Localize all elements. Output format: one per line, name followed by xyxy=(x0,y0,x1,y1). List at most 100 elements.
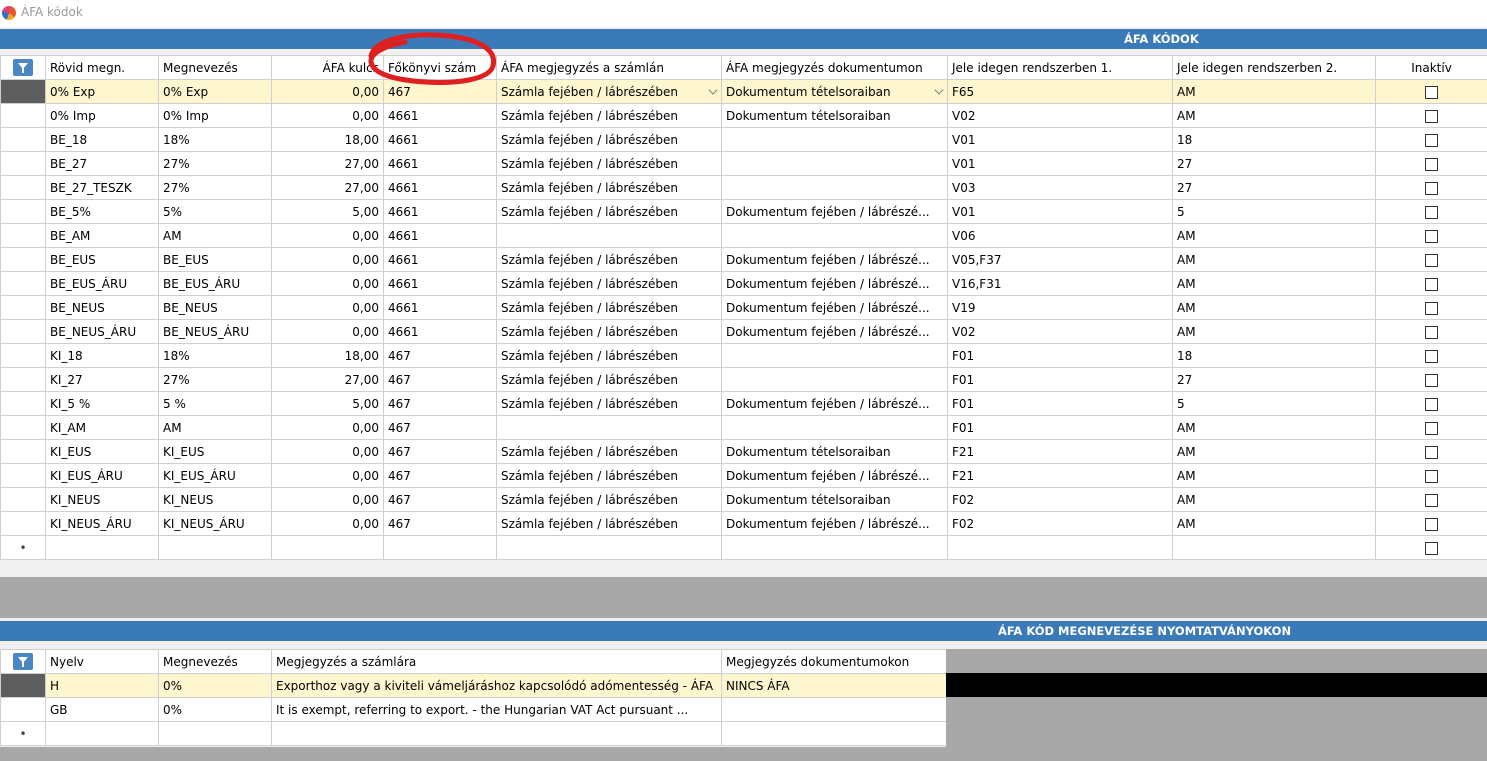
ledger-number-cell[interactable]: 4661 xyxy=(383,295,497,320)
empty-cell[interactable] xyxy=(271,535,384,560)
foreign-code-1-cell[interactable]: F65 xyxy=(947,79,1173,104)
ledger-number-cell[interactable]: 4661 xyxy=(383,103,497,128)
row-selector[interactable] xyxy=(0,319,46,344)
table-row[interactable]: KI_AM AM 0,00 467 F01 AM xyxy=(0,415,1487,440)
foreign-code-1-cell[interactable]: V01 xyxy=(947,127,1173,152)
foreign-code-2-cell[interactable]: 18 xyxy=(1172,343,1376,368)
foreign-code-1-cell[interactable]: V05,F37 xyxy=(947,247,1173,272)
foreign-code-1-cell[interactable]: V06 xyxy=(947,223,1173,248)
name-cell[interactable]: 0% Imp xyxy=(158,103,272,128)
invoice-note-cell[interactable]: Számla fejében / lábrészében xyxy=(496,79,722,104)
document-note-cell[interactable]: Dokumentum fejében / lábrészé... xyxy=(721,319,948,344)
row-selector[interactable] xyxy=(0,391,46,416)
ledger-number-cell[interactable]: 4661 xyxy=(383,127,497,152)
row-selector[interactable] xyxy=(0,247,46,272)
short-name-cell[interactable]: BE_27 xyxy=(45,151,159,176)
row-selector[interactable] xyxy=(0,79,46,104)
table-row[interactable]: 0% Exp 0% Exp 0,00 467 Számla fejében / lábr… xyxy=(0,79,1487,104)
foreign-code-1-cell[interactable]: F02 xyxy=(947,487,1173,512)
col-header-language[interactable]: Nyelv xyxy=(45,649,159,674)
short-name-cell[interactable]: KI_EUS xyxy=(45,439,159,464)
short-name-cell[interactable]: KI_NEUS_ÁRU xyxy=(45,511,159,536)
document-note-cell[interactable]: Dokumentum tételsoraiban xyxy=(721,103,948,128)
table-row[interactable]: BE_5% 5% 5,00 4661 Számla fejében / lábrészé… xyxy=(0,199,1487,224)
inactive-checkbox[interactable] xyxy=(1425,325,1438,339)
name-cell[interactable]: 27% xyxy=(158,367,272,392)
language-cell[interactable]: H xyxy=(45,673,159,698)
row-selector[interactable] xyxy=(0,271,46,296)
foreign-code-1-cell[interactable]: V03 xyxy=(947,175,1173,200)
invoice-note-cell[interactable]: It is exempt, referring to export. - the… xyxy=(271,697,722,722)
invoice-note-cell[interactable]: Exportho​z vagy a kiviteli vámeljáráshoz… xyxy=(271,673,722,698)
vat-rate-cell[interactable]: 0,00 xyxy=(271,103,384,128)
chevron-down-icon[interactable] xyxy=(708,85,718,95)
name-cell[interactable]: BE_NEUS_ÁRU xyxy=(158,319,272,344)
short-name-cell[interactable]: 0% Imp xyxy=(45,103,159,128)
foreign-code-2-cell[interactable]: AM xyxy=(1172,79,1376,104)
row-selector[interactable] xyxy=(0,175,46,200)
document-note-cell[interactable] xyxy=(721,151,948,176)
foreign-code-2-cell[interactable]: AM xyxy=(1172,319,1376,344)
short-name-cell[interactable]: BE_EUS xyxy=(45,247,159,272)
document-note-cell[interactable] xyxy=(721,415,948,440)
table-row[interactable]: KI_5 % 5 % 5,00 467 Számla fejében / lábrész… xyxy=(0,391,1487,416)
invoice-note-cell[interactable]: Számla fejében / lábrészében xyxy=(496,295,722,320)
vat-rate-cell[interactable]: 0,00 xyxy=(271,319,384,344)
vat-rate-cell[interactable]: 27,00 xyxy=(271,151,384,176)
inactive-checkbox[interactable] xyxy=(1425,205,1438,219)
vat-rate-cell[interactable]: 27,00 xyxy=(271,367,384,392)
inactive-checkbox[interactable] xyxy=(1425,541,1438,555)
empty-cell[interactable] xyxy=(45,721,159,746)
foreign-code-2-cell[interactable]: AM xyxy=(1172,463,1376,488)
inactive-checkbox[interactable] xyxy=(1425,349,1438,363)
inactive-checkbox[interactable] xyxy=(1425,493,1438,507)
vat-rate-cell[interactable]: 0,00 xyxy=(271,487,384,512)
vat-rate-cell[interactable]: 27,00 xyxy=(271,175,384,200)
ledger-number-cell[interactable]: 4661 xyxy=(383,151,497,176)
table-row[interactable]: KI_NEUS_ÁRU KI_NEUS_ÁRU 0,00 467 Számla fejé… xyxy=(0,511,1487,536)
row-selector[interactable] xyxy=(0,487,46,512)
invoice-note-cell[interactable]: Számla fejében / lábrészében xyxy=(496,151,722,176)
name-cell[interactable]: 18% xyxy=(158,127,272,152)
foreign-code-1-cell[interactable]: V16,F31 xyxy=(947,271,1173,296)
foreign-code-2-cell[interactable]: 27 xyxy=(1172,367,1376,392)
ledger-number-cell[interactable]: 467 xyxy=(383,511,497,536)
vat-rate-cell[interactable]: 18,00 xyxy=(271,343,384,368)
document-note-cell[interactable]: Dokumentum tételsoraiban xyxy=(721,487,948,512)
name-cell[interactable]: 0% Exp xyxy=(158,79,272,104)
empty-cell[interactable] xyxy=(271,721,722,746)
table-row[interactable]: KI_EUS_ÁRU KI_EUS_ÁRU 0,00 467 Számla fejébe… xyxy=(0,463,1487,488)
empty-cell[interactable] xyxy=(721,721,947,746)
name-cell[interactable]: KI_NEUS_ÁRU xyxy=(158,511,272,536)
col-header-document-note[interactable]: Megjegyzés dokumentumokon xyxy=(721,649,947,674)
foreign-code-1-cell[interactable]: V01 xyxy=(947,199,1173,224)
table-row[interactable]: BE_EUS BE_EUS 0,00 4661 Számla fejében / láb… xyxy=(0,247,1487,272)
foreign-code-1-cell[interactable]: F01 xyxy=(947,343,1173,368)
short-name-cell[interactable]: BE_27_TESZK xyxy=(45,175,159,200)
empty-cell[interactable] xyxy=(947,535,1173,560)
inactive-checkbox[interactable] xyxy=(1425,253,1438,267)
chevron-down-icon[interactable] xyxy=(934,85,944,95)
table-row[interactable]: KI_NEUS KI_NEUS 0,00 467 Számla fejében / lá… xyxy=(0,487,1487,512)
empty-cell[interactable] xyxy=(721,535,948,560)
foreign-code-2-cell[interactable]: AM xyxy=(1172,223,1376,248)
table-row[interactable]: H 0% Exportho​z vagy a kiviteli vámeljárás… xyxy=(0,673,947,698)
document-note-cell[interactable]: Dokumentum fejében / lábrészé... xyxy=(721,199,948,224)
foreign-code-1-cell[interactable]: F21 xyxy=(947,439,1173,464)
invoice-note-cell[interactable] xyxy=(496,223,722,248)
short-name-cell[interactable]: KI_5 % xyxy=(45,391,159,416)
col-header-inactive[interactable]: Inaktív xyxy=(1375,55,1487,80)
invoice-note-cell[interactable]: Számla fejében / lábrészében xyxy=(496,367,722,392)
document-note-cell[interactable] xyxy=(721,697,947,722)
foreign-code-1-cell[interactable]: F02 xyxy=(947,511,1173,536)
document-note-cell[interactable]: Dokumentum fejében / lábrészé... xyxy=(721,391,948,416)
foreign-code-2-cell[interactable]: 5 xyxy=(1172,391,1376,416)
invoice-note-cell[interactable]: Számla fejében / lábrészében xyxy=(496,391,722,416)
short-name-cell[interactable]: BE_18 xyxy=(45,127,159,152)
new-row[interactable]: • xyxy=(0,535,1487,560)
ledger-number-cell[interactable]: 467 xyxy=(383,439,497,464)
row-selector[interactable] xyxy=(0,127,46,152)
foreign-code-2-cell[interactable]: 27 xyxy=(1172,175,1376,200)
col-header-vat-rate[interactable]: ÁFA kulcs xyxy=(271,55,384,80)
empty-cell[interactable] xyxy=(1172,535,1376,560)
